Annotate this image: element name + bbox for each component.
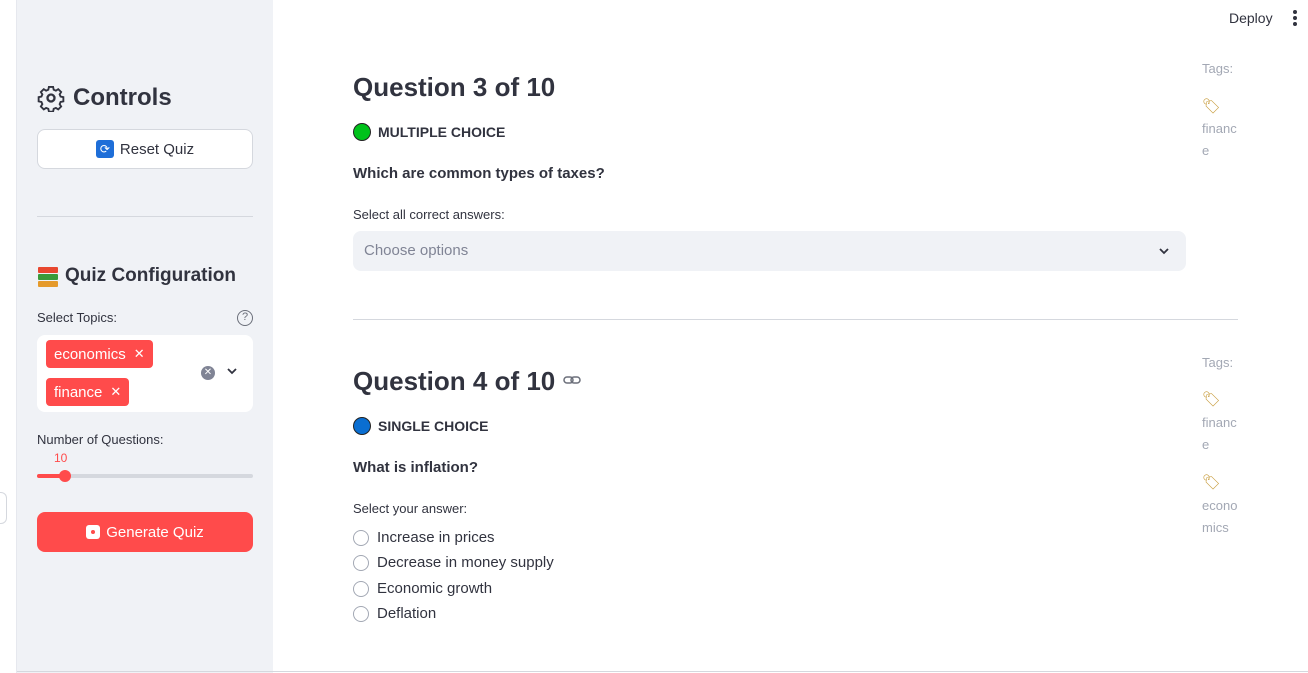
question-text: What is inflation? <box>353 459 478 476</box>
die-icon <box>86 525 101 539</box>
slider-thumb[interactable] <box>59 470 71 482</box>
question-title-text: Question 4 of 10 <box>353 366 556 396</box>
generate-quiz-label: Generate Quiz <box>106 523 204 541</box>
question-title: Question 4 of 10 <box>353 366 582 397</box>
radio-button[interactable] <box>353 554 369 571</box>
remove-chip-icon[interactable]: ✕ <box>134 346 145 362</box>
sidebar: Controls ⟳ Reset Quiz Quiz Configuration… <box>17 0 273 673</box>
question-divider <box>353 319 1238 320</box>
reset-quiz-label: Reset Quiz <box>119 140 195 158</box>
clear-all-icon[interactable]: ✕ <box>201 366 215 380</box>
question-type-label: MULTIPLE CHOICE <box>378 124 506 140</box>
answer-option[interactable]: Deflation <box>353 605 436 622</box>
answer-option-label: Increase in prices <box>377 529 495 546</box>
answer-option[interactable]: Decrease in money supply <box>353 554 554 571</box>
tag-icon: 🏷 <box>1202 98 1222 115</box>
gear-icon <box>37 85 65 112</box>
topic-chip-label: economics <box>54 345 126 363</box>
blue-circle-icon <box>353 417 371 435</box>
question-instruction: Select all correct answers: <box>353 207 505 222</box>
answer-option-label: Deflation <box>377 605 437 622</box>
refresh-icon: ⟳ <box>95 140 114 158</box>
question-text: Which are common types of taxes? <box>353 165 605 182</box>
books-icon <box>37 265 59 287</box>
topic-chip-economics[interactable]: economics ✕ <box>46 340 153 368</box>
question-instruction: Select your answer: <box>353 501 468 516</box>
question-type-label: SINGLE CHOICE <box>378 418 489 434</box>
green-circle-icon <box>353 123 371 141</box>
chevron-down-icon[interactable] <box>226 365 238 380</box>
deploy-button[interactable]: Deploy <box>1229 10 1273 26</box>
link-icon[interactable] <box>563 373 582 391</box>
sidebar-divider <box>37 216 253 217</box>
tag-icon: 🏷 <box>1202 474 1222 491</box>
tag-icon: 🏷 <box>1202 391 1222 408</box>
question-title: Question 3 of 10 <box>353 72 555 103</box>
question-type-badge: MULTIPLE CHOICE <box>353 123 505 141</box>
main-menu-icon[interactable] <box>1293 10 1299 26</box>
question-title-text: Question 3 of 10 <box>353 72 556 102</box>
tags-label: Tags: <box>1202 355 1234 370</box>
tag-text: finance <box>1202 121 1237 158</box>
sidebar-collapse-handle[interactable] <box>0 492 7 524</box>
answers-multiselect[interactable]: Choose options <box>353 231 1186 271</box>
radio-button[interactable] <box>353 605 369 622</box>
radio-button[interactable] <box>353 529 369 546</box>
help-icon[interactable]: ? <box>237 310 253 326</box>
quiz-config-heading: Quiz Configuration <box>37 265 236 287</box>
sidebar-title: Controls <box>37 84 172 112</box>
reset-quiz-button[interactable]: ⟳ Reset Quiz <box>37 129 253 169</box>
collapsed-panel <box>0 0 17 673</box>
tags-label: Tags: <box>1202 61 1234 76</box>
remove-chip-icon[interactable]: ✕ <box>110 384 121 400</box>
quiz-config-title: Quiz Configuration <box>65 265 236 286</box>
topics-label: Select Topics: <box>37 310 117 325</box>
answers-placeholder: Choose options <box>364 242 469 259</box>
topic-chip-finance[interactable]: finance ✕ <box>46 378 130 406</box>
question-type-badge: SINGLE CHOICE <box>353 417 488 435</box>
answer-option-label: Economic growth <box>377 580 493 597</box>
answer-option[interactable]: Increase in prices <box>353 529 495 546</box>
answer-option-label: Decrease in money supply <box>377 554 554 571</box>
topics-multiselect[interactable]: economics ✕ finance ✕ ✕ <box>37 335 253 412</box>
slider-value: 10 <box>54 451 68 465</box>
answer-option[interactable]: Economic growth <box>353 580 492 597</box>
tag-text: economics <box>1202 498 1238 535</box>
chevron-down-icon[interactable] <box>1158 245 1170 260</box>
num-questions-slider[interactable] <box>37 470 253 482</box>
radio-button[interactable] <box>353 580 369 597</box>
sidebar-title-text: Controls <box>73 84 172 111</box>
tag-text: finance <box>1202 415 1237 452</box>
bottom-border <box>17 671 1308 672</box>
topic-chip-label: finance <box>54 383 103 401</box>
num-questions-label: Number of Questions: <box>37 432 164 447</box>
generate-quiz-button[interactable]: Generate Quiz <box>37 512 253 552</box>
